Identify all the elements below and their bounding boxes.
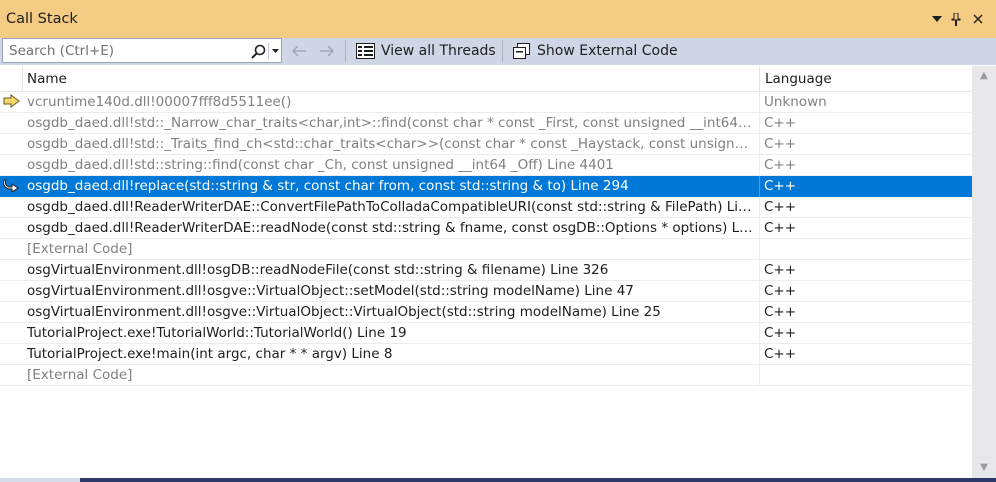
navigate-back-icon[interactable] [290,42,308,60]
frame-name: osgVirtualEnvironment.dll!osgDB::readNod… [27,262,609,278]
column-divider [759,155,760,176]
frame-language: C++ [764,136,797,152]
view-all-threads-button[interactable]: View all Threads [355,38,496,63]
tool-window-title-bar: Call Stack [0,0,996,39]
column-divider [22,66,23,91]
scroll-down-arrow-icon[interactable]: ▼ [978,462,990,473]
frame-language: C++ [764,220,797,236]
frame-name: vcruntime140d.dll!00007fff8d5511ee() [27,94,292,110]
view-all-threads-label: View all Threads [381,42,496,59]
frame-name: osgdb_daed.dll!replace(std::string & str… [27,178,629,194]
frame-language: Unknown [764,94,827,110]
frame-name: osgdb_daed.dll!std::_Traits_find_ch<std:… [27,136,755,152]
column-divider [759,176,760,197]
frame-language: C++ [764,115,797,131]
stack-frame-row[interactable]: TutorialProject.exe!main(int argc, char … [0,344,972,365]
stack-frame-row[interactable]: osgdb_daed.dll!std::_Narrow_char_traits<… [0,113,972,134]
frame-language: C++ [764,178,797,194]
frame-language: C++ [764,262,797,278]
column-divider [759,302,760,323]
threads-icon [355,42,375,60]
column-divider [759,197,760,218]
column-header-language[interactable]: Language [765,71,832,87]
frame-language: C++ [764,157,797,173]
frame-name: [External Code] [27,367,133,383]
stack-frame-row[interactable]: osgVirtualEnvironment.dll!osgDB::readNod… [0,260,972,281]
frame-language: C++ [764,325,797,341]
frame-language: C++ [764,199,797,215]
search-input[interactable] [3,39,249,62]
column-divider [759,323,760,344]
frame-name: [External Code] [27,241,133,257]
navigate-forward-icon[interactable] [318,42,336,60]
column-divider [759,365,760,386]
frame-name: osgdb_daed.dll!std::_Narrow_char_traits<… [27,115,755,131]
dropdown-arrow-icon[interactable] [930,12,944,26]
frame-language: C++ [764,304,797,320]
column-header-row: Name Language [0,66,972,92]
frame-name: osgVirtualEnvironment.dll!osgve::Virtual… [27,304,661,320]
bottom-edge [0,478,996,482]
vertical-scrollbar[interactable]: ▲ ▼ [972,66,996,480]
column-divider [759,344,760,365]
show-external-code-button[interactable]: Show External Code [512,38,678,63]
stack-frame-row[interactable]: [External Code] [0,239,972,260]
call-stack-grid: Name Language vcruntime140d.dll!00007fff… [0,66,972,464]
frame-name: osgdb_daed.dll!ReaderWriterDAE::readNode… [27,220,755,236]
panel-title: Call Stack [6,11,78,27]
column-divider[interactable] [759,66,760,91]
column-divider [759,281,760,302]
column-divider [759,134,760,155]
column-divider [759,218,760,239]
toolbar-separator [345,40,346,62]
scroll-up-arrow-icon[interactable]: ▲ [978,70,990,81]
search-box[interactable] [2,38,282,63]
stack-frame-row[interactable]: [External Code] [0,365,972,386]
column-divider [759,239,760,260]
current-frame-arrow-icon [3,94,21,110]
frame-name: osgdb_daed.dll!std::string::find(const c… [27,157,614,173]
call-stack-toolbar: View all Threads Show External Code [0,38,996,65]
frame-language: C++ [764,283,797,299]
column-divider [759,92,760,113]
stack-frame-row[interactable]: osgVirtualEnvironment.dll!osgve::Virtual… [0,281,972,302]
frame-name: TutorialProject.exe!TutorialWorld::Tutor… [27,325,407,341]
frame-name: osgVirtualEnvironment.dll!osgve::Virtual… [27,283,634,299]
show-external-code-label: Show External Code [537,42,678,59]
search-icon[interactable] [249,42,267,60]
active-frame-arrow-icon [3,178,21,194]
stack-frame-row[interactable]: osgVirtualEnvironment.dll!osgve::Virtual… [0,302,972,323]
stack-frame-row[interactable]: osgdb_daed.dll!std::_Traits_find_ch<std:… [0,134,972,155]
stack-frame-row[interactable]: TutorialProject.exe!TutorialWorld::Tutor… [0,323,972,344]
stack-frame-row[interactable]: vcruntime140d.dll!00007fff8d5511ee() Unkn… [0,92,972,113]
stack-frame-row[interactable]: osgdb_daed.dll!replace(std::string & str… [0,176,972,197]
external-code-icon [512,42,531,60]
column-divider [759,113,760,134]
column-header-name[interactable]: Name [27,71,67,87]
stack-frame-row[interactable]: osgdb_daed.dll!std::string::find(const c… [0,155,972,176]
frame-name: osgdb_daed.dll!ReaderWriterDAE::ConvertF… [27,199,755,215]
pin-icon[interactable] [949,12,963,26]
frame-language: C++ [764,346,797,362]
close-icon[interactable] [971,12,985,26]
stack-frame-row[interactable]: osgdb_daed.dll!ReaderWriterDAE::ConvertF… [0,197,972,218]
toolbar-separator [502,40,503,62]
search-options-dropdown-icon[interactable] [268,43,281,59]
stack-frame-row[interactable]: osgdb_daed.dll!ReaderWriterDAE::readNode… [0,218,972,239]
column-divider [759,260,760,281]
frame-name: TutorialProject.exe!main(int argc, char … [27,346,393,362]
